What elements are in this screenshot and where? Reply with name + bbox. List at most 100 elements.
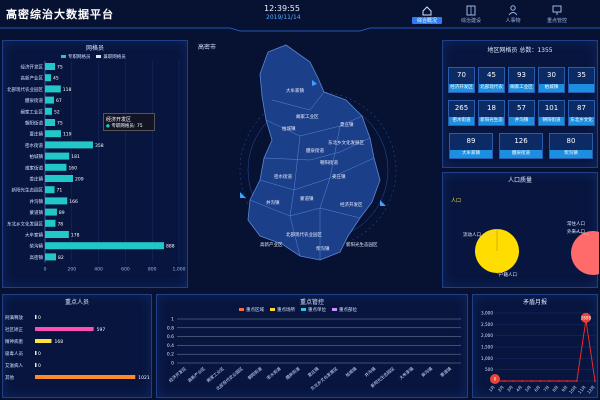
map-region-label: 井沟镇 bbox=[266, 199, 280, 206]
grid-category-label: 蒙道镇 bbox=[30, 209, 44, 216]
pie2-label-a: 常住人口 bbox=[567, 222, 585, 227]
nav-button-3[interactable]: 重点管控 bbox=[538, 2, 576, 28]
grid-bar bbox=[45, 231, 69, 238]
map-region-label: 大牟家镇 bbox=[286, 87, 304, 94]
stat-cell[interactable]: 265 密水街道 bbox=[448, 100, 475, 126]
tooltip-value: 75 bbox=[136, 124, 143, 129]
grid-category-label: 经济开发区 bbox=[21, 64, 44, 71]
grid-bar bbox=[45, 242, 164, 250]
pie2-label-b: 外来人口 bbox=[567, 230, 585, 235]
stat-cell[interactable]: 80 柴沟镇 bbox=[549, 133, 593, 159]
population-panel: 人口质量 人口 流动人口 户籍人口 常住人口 外来人口 bbox=[442, 172, 599, 288]
conflict-y-tick: 2,500 bbox=[481, 322, 493, 327]
grid-bar-value: 82 bbox=[58, 255, 64, 261]
person-category-label: 艾滋病人 bbox=[5, 362, 23, 369]
grid-category-label: 北部现代农业园区 bbox=[7, 86, 43, 93]
grid-bar bbox=[45, 130, 61, 138]
key-persons-title: 重点人员 bbox=[64, 299, 89, 306]
map-region-label: 新阳光生态园区 bbox=[346, 241, 378, 248]
stat-cell[interactable]: 18 新阳光生态园区 bbox=[478, 100, 505, 126]
stat-cell[interactable]: 89 大牟家镇 bbox=[449, 133, 493, 159]
nav-button-0[interactable]: 综合概况 bbox=[408, 2, 446, 28]
stat-cell[interactable]: 70 经济开发区 bbox=[448, 67, 475, 93]
person-category-label: 其他 bbox=[5, 374, 14, 381]
conflict-point bbox=[566, 380, 569, 382]
control-legend: 重点区域 重点场所 重点单位 重点部位 bbox=[239, 307, 363, 313]
nav-label: 综治建设 bbox=[460, 18, 481, 24]
conflict-x-label: 12月 bbox=[586, 384, 596, 394]
nav-label: 重点管控 bbox=[546, 18, 567, 24]
control-x-label: 夏庄镇 bbox=[306, 365, 320, 378]
nav-button-2[interactable]: 人事物 bbox=[494, 2, 532, 28]
stat-cell[interactable]: 87 东北乡文化 bbox=[568, 100, 595, 126]
control-legend-label: 重点区域 bbox=[246, 308, 264, 313]
conflict-point bbox=[512, 380, 515, 382]
stat-cell[interactable]: 35 bbox=[568, 67, 595, 93]
stat-name bbox=[569, 84, 594, 92]
conflict-panel: 矛盾月报 0500 1,000 1,500 2,000 2,500 3,000 1月2月3月… bbox=[472, 294, 598, 398]
stat-cell[interactable]: 30 柏城镇 bbox=[538, 67, 565, 93]
person-bar bbox=[35, 363, 37, 367]
stats-title: 地区网格员 总数：1355 bbox=[487, 47, 553, 54]
control-x-label: 经济开发区 bbox=[167, 365, 188, 384]
map-region-label: 醴泉街道 bbox=[306, 147, 324, 154]
stat-name: 东北乡文化 bbox=[569, 117, 594, 125]
grid-legend: 专职网格员 兼职网格员 bbox=[61, 54, 126, 60]
grid-bar-value: 178 bbox=[71, 233, 80, 239]
stat-name: 井沟镇 bbox=[509, 117, 534, 125]
control-legend-label: 重点单位 bbox=[308, 308, 326, 313]
grid-category-label: 醴泉街道 bbox=[25, 97, 43, 104]
grid-bar bbox=[45, 163, 67, 171]
nav-button-1[interactable]: 综治建设 bbox=[452, 2, 490, 28]
grid-bar bbox=[45, 96, 54, 104]
legend-swatch-parttime bbox=[96, 55, 102, 58]
stat-cell[interactable]: 45 北部现代农业园区 bbox=[478, 67, 505, 93]
grid-bar bbox=[45, 63, 56, 70]
person-category-label: 刑满释放 bbox=[5, 314, 23, 321]
conflict-point bbox=[521, 380, 524, 382]
control-y-tick: 0.8 bbox=[167, 325, 174, 331]
stat-name: 大牟家镇 bbox=[450, 150, 492, 158]
grid-bar bbox=[45, 152, 70, 160]
person-category-label: 社区矫正 bbox=[5, 326, 23, 333]
grid-bar-value: 209 bbox=[75, 177, 84, 183]
conflict-x-label: 3月 bbox=[506, 384, 514, 392]
control-legend-swatch bbox=[301, 308, 306, 311]
home-icon bbox=[422, 6, 432, 16]
grid-member-panel: 网格员 专职网格员 兼职网格员 0 200 400 600 800 1,000 经济开发区 7… bbox=[2, 40, 188, 288]
map-region-label: 东北乡文化发展区 bbox=[328, 139, 364, 146]
stat-cell[interactable]: 126 醴泉街道 bbox=[499, 133, 543, 159]
grid-category-label: 东北乡文化发展区 bbox=[7, 220, 43, 227]
grid-bar bbox=[45, 208, 57, 216]
stat-value: 87 bbox=[577, 104, 586, 112]
person-bar-value: 0 bbox=[38, 363, 41, 369]
control-y-tick: 0 bbox=[171, 361, 174, 367]
grid-bar-value: 71 bbox=[57, 188, 63, 194]
conflict-y-tick: 1,000 bbox=[481, 356, 493, 361]
grid-member-chart: 0 200 400 600 800 1,000 经济开发区 75 高新产业区 45 北部现代农业园区… bbox=[7, 61, 186, 273]
conflict-x-label: 10月 bbox=[568, 384, 578, 394]
conflict-point bbox=[594, 380, 596, 382]
conflict-y-tick: 1,500 bbox=[481, 345, 493, 350]
grid-category-label: 夏庄镇 bbox=[30, 131, 44, 138]
stat-cell[interactable]: 57 井沟镇 bbox=[508, 100, 535, 126]
person-category-label: 精神病患 bbox=[5, 338, 23, 345]
clock-date: 2019/11/14 bbox=[266, 14, 301, 21]
grid-category-label: 姜庄镇 bbox=[30, 176, 44, 183]
stat-value: 70 bbox=[457, 71, 466, 79]
key-control-chart: 00.20.40.60.81经济开发区 高新产业区 阚家工业区北部现代农业园区 朝阳街… bbox=[167, 317, 461, 392]
stat-cell[interactable]: 93 阚家工业区 bbox=[508, 67, 535, 93]
region-map[interactable]: 大牟家镇阚家工业区柏城镇 夏庄镇东北乡文化发展区醴泉街道朝阳街道密水街道 姜庄镇井沟… bbox=[190, 40, 440, 290]
conflict-x-label: 1月 bbox=[488, 384, 496, 392]
map-region-label: 蒙道镇 bbox=[300, 195, 314, 202]
map-region-label: 夏庄镇 bbox=[340, 121, 354, 128]
grid-category-label: 咸家街道 bbox=[25, 164, 43, 171]
conflict-x-label: 7月 bbox=[542, 384, 550, 392]
stats-panel: 地区网格员 总数：1355 70 经济开发区 45 北部现代农业园区 93 阚家工业区 30… bbox=[442, 40, 598, 168]
person-bar-value: 168 bbox=[54, 339, 63, 345]
stat-value: 93 bbox=[517, 71, 526, 79]
grid-x-tick: 0 bbox=[44, 267, 47, 273]
key-persons-panel: 重点人员 刑满释放 0 社区矫正 597 精神病患 168 吸毒人员 0 艾滋病人 0 其他 1021 bbox=[2, 294, 152, 398]
stat-cell[interactable]: 101 朝阳街道 bbox=[538, 100, 565, 126]
conflict-point bbox=[503, 380, 505, 382]
